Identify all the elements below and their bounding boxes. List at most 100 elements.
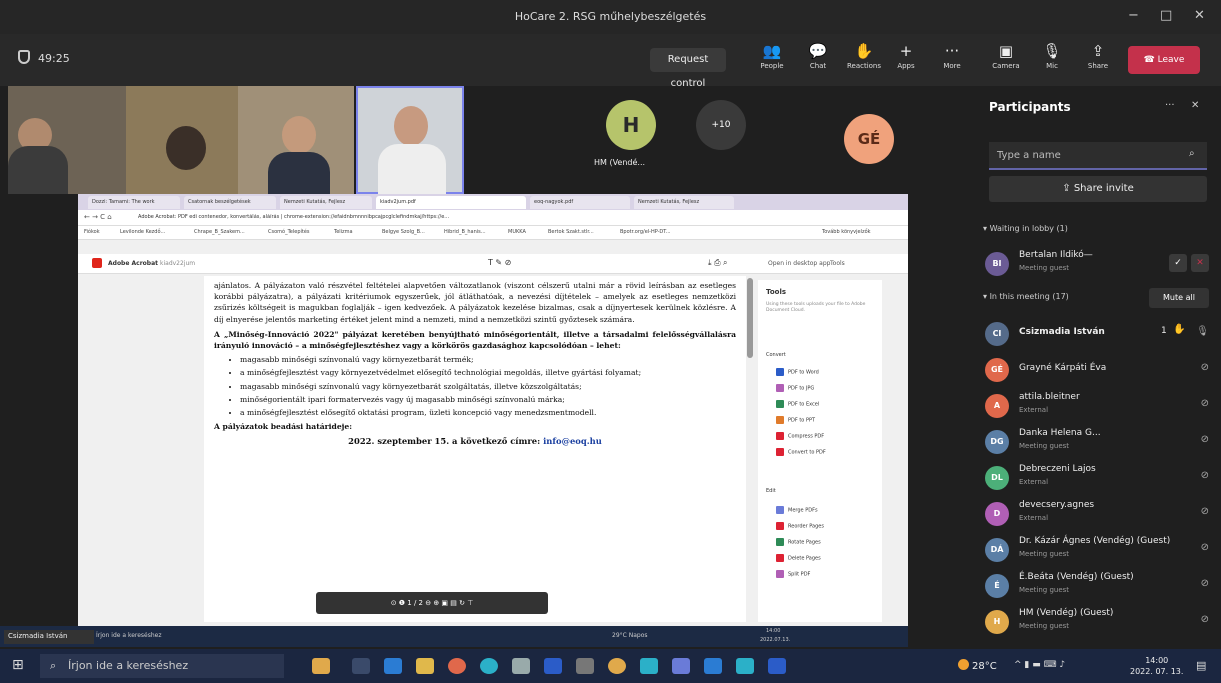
video-tile[interactable] [8,86,126,194]
minimize-icon[interactable]: − [1128,8,1139,23]
bookmark[interactable]: Hibrid_B_hanis... [444,229,486,235]
tool-pdf-to-word[interactable]: PDF to Word [776,368,819,376]
nav-arrows-icon[interactable]: ← → C ⌂ [84,213,112,221]
browser-tab[interactable]: Nemzeti Kutatás, Fejlesz [634,196,734,209]
mic-muted-icon[interactable]: ⊘ [1201,362,1209,373]
avatar[interactable]: GÉ [844,114,894,164]
tool-convert-to-pdf[interactable]: Convert to PDF [776,448,826,456]
tool-split[interactable]: Split PDF [776,570,810,578]
participant-row[interactable]: GÉ Grayné Kárpáti Éva ⊘ [985,352,1215,388]
ie-icon[interactable] [704,658,722,674]
mic-muted-icon[interactable]: ⊘ [1201,578,1209,589]
mic-muted-icon[interactable]: ⊘ [1201,614,1209,625]
participant-row[interactable]: É É.Beáta (Vendég) (Guest) Meeting guest ⊘ [985,568,1215,604]
url-field[interactable]: Adobe Acrobat: PDF edi contenedor, konve… [138,214,658,220]
share-invite-button[interactable]: ⇪ Share invite [989,176,1207,202]
clock[interactable]: 14:00 2022. 07. 13. [1130,655,1183,677]
task-view-icon[interactable] [352,658,370,674]
participant-row[interactable]: DÁ Dr. Kázár Ágnes (Vendég) (Guest) Meetin… [985,532,1215,568]
video-tile-speaking[interactable] [356,86,464,194]
outlook-icon[interactable] [544,658,562,674]
mic-muted-icon[interactable]: ⊘ [1201,398,1209,409]
cortana-icon[interactable] [312,658,330,674]
maximize-icon[interactable]: □ [1160,8,1172,23]
bookmark[interactable]: MUKKA [508,229,526,235]
video-tile[interactable] [126,86,238,194]
bookmark[interactable]: Levilonde Kezdő... [120,229,165,235]
windows-start-icon[interactable]: ⊞ [12,657,24,673]
tools-button[interactable]: Tools [830,260,845,267]
in-meeting-header[interactable]: ▾ In this meeting (17) [983,292,1069,301]
waiting-lobby-header[interactable]: ▾ Waiting in lobby (1) [983,224,1068,233]
browser-tab[interactable]: eoq-nagyok.pdf [530,196,630,209]
bookmark[interactable]: Fiókok [84,229,100,235]
bookmark[interactable]: Csomó_Telepítés [268,229,310,235]
bookmark[interactable]: Belgye Szolg_B... [382,229,425,235]
tool-pdf-to-jpg[interactable]: PDF to JPG [776,384,814,392]
taskbar-search-input[interactable]: Írjon ide a kereséshez [40,654,284,678]
mic-muted-icon[interactable]: ⊘ [1201,542,1209,553]
avatar[interactable]: H [606,100,656,150]
admit-button[interactable]: ✓ [1169,254,1187,272]
text-tools-icon[interactable]: T ✎ ⊘ [488,258,511,267]
app-icon[interactable] [640,658,658,674]
apps-button[interactable]: + Apps [886,40,926,70]
edit-header[interactable]: Edit [766,488,776,494]
leave-button[interactable]: ☎ Leave [1128,46,1200,74]
participant-row[interactable]: H HM (Vendég) (Guest) Meeting guest ⊘ [985,604,1215,640]
participant-row[interactable]: Aattila.bleitner External ⊘ [985,388,1215,424]
reactions-button[interactable]: ✋ Reactions [844,40,884,70]
browser-tab[interactable]: Nemzeti Kutatás, Fejlesz [280,196,372,209]
download-print-icon[interactable]: ⤓ ⎙ ⌕ [708,258,728,268]
open-desktop-button[interactable]: Open in desktop app [768,260,830,267]
notifications-icon[interactable]: ▤ [1196,659,1206,672]
page-controls[interactable]: ⊙ ❶ 1 / 2 ⊖ ⊕ ▣ ▤ ↻ ⊤ [316,592,548,614]
chat-button[interactable]: 💬 Chat [798,40,838,70]
participant-row[interactable]: DG Danka Helena G... Meeting guest ⊘ [985,424,1215,460]
bookmark[interactable]: Bertok Szakt.stlr... [548,229,594,235]
participant-row[interactable]: Ddevecsery.agnes External ⊘ [985,496,1215,532]
file-explorer-icon[interactable] [416,658,434,674]
browser-tab-active[interactable]: kiadv2jum.pdf [376,196,526,209]
app-icon[interactable] [512,658,530,674]
calculator-icon[interactable] [672,658,690,674]
mic-muted-icon[interactable]: ⊘ [1201,434,1209,445]
zoom-icons[interactable]: ⊖ ⊕ ▣ ▤ ↻ ⊤ [423,599,473,607]
app-icon[interactable] [576,658,594,674]
close-icon[interactable]: ✕ [1194,8,1205,23]
mute-all-button[interactable]: Mute all [1149,288,1209,308]
request-control-button[interactable]: Request control [650,48,726,89]
people-button[interactable]: 👥 People [752,40,792,70]
tool-delete[interactable]: Delete Pages [776,554,821,562]
tool-reorder[interactable]: Reorder Pages [776,522,824,530]
teams-icon[interactable] [384,658,402,674]
browser-tab[interactable]: Csatornak beszélgetések [184,196,276,209]
tool-compress-pdf[interactable]: Compress PDF [776,432,824,440]
deny-button[interactable]: ✕ [1191,254,1209,272]
mic-button[interactable]: 🎙 Mic [1032,40,1072,70]
email-link[interactable]: info@eoq.hu [543,436,602,446]
lobby-row[interactable]: BI Bertalan Ildikó— Meeting guest ✓ ✕ [985,246,1215,282]
more-options-icon[interactable]: ··· [1165,100,1175,111]
tool-pdf-to-excel[interactable]: PDF to Excel [776,400,819,408]
bookmark[interactable]: Chrape_B_Szakem... [194,229,245,235]
video-tile[interactable] [238,86,354,194]
participant-row[interactable]: DL Debreczeni Lajos External ⊘ [985,460,1215,496]
more-button[interactable]: ··· More [932,40,972,70]
app-icon[interactable] [608,658,626,674]
weather-temp[interactable]: 28°C [972,661,997,672]
more-participants-badge[interactable]: +10 [696,100,746,150]
page-control-icons[interactable]: ⊙ ❶ [391,599,408,607]
bookmark[interactable]: Telizma [334,229,353,235]
tool-rotate[interactable]: Rotate Pages [776,538,821,546]
tool-merge[interactable]: Merge PDFs [776,506,818,514]
tool-pdf-to-ppt[interactable]: PDF to PPT [776,416,815,424]
mic-muted-icon[interactable]: ⊘ [1201,470,1209,481]
app-icon[interactable] [736,658,754,674]
doc-scrollbar[interactable] [747,278,753,358]
participant-row[interactable]: CI Csizmadia István 1 ✋ 🎙 [985,316,1215,352]
chrome-icon[interactable] [448,658,466,674]
bookmark[interactable]: Bpotr.org/el-HP-DT... [620,229,671,235]
word-icon[interactable] [768,658,786,674]
mic-muted-icon[interactable]: ⊘ [1201,506,1209,517]
